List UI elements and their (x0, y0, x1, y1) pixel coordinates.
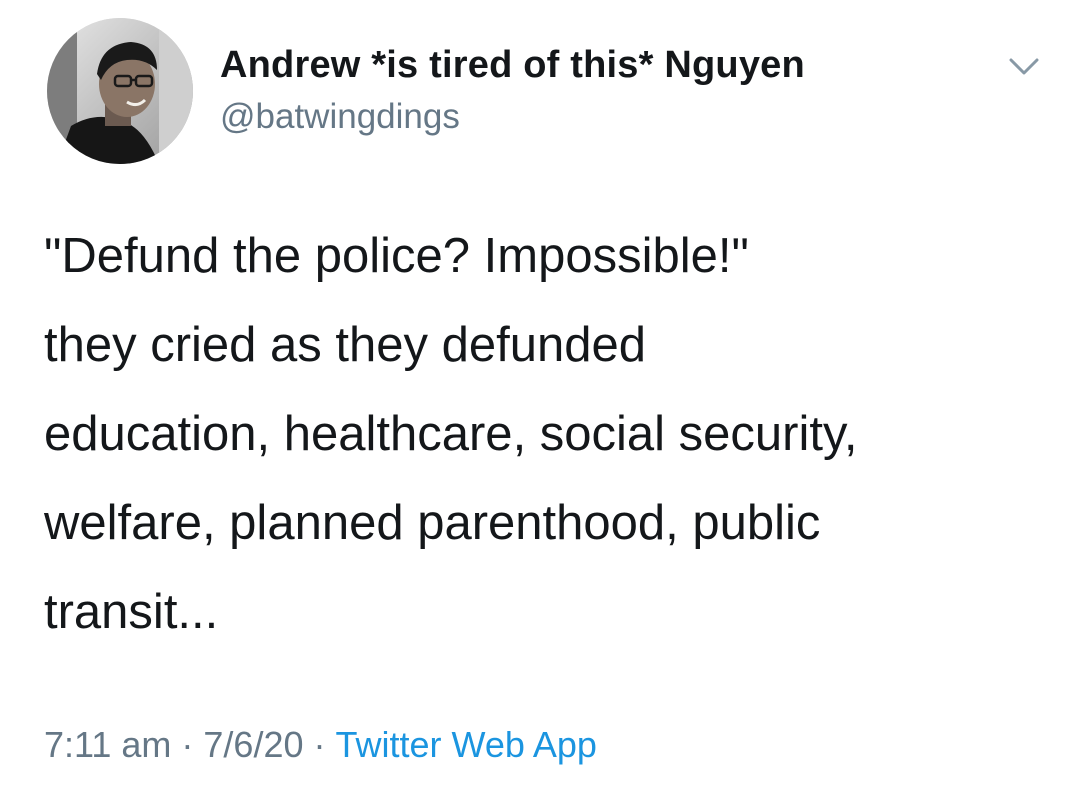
tweet-time[interactable]: 7:11 am (44, 724, 171, 765)
tweet-card: Andrew *is tired of this* Nguyen @batwin… (0, 0, 1080, 809)
meta-separator: · (181, 724, 194, 765)
tweet-date[interactable]: 7/6/20 (203, 724, 303, 765)
tweet-source-link[interactable]: Twitter Web App (336, 724, 597, 765)
avatar[interactable] (47, 18, 193, 164)
tweet-text-line: transit... (44, 585, 219, 639)
tweet-text-line: welfare, planned parenthood, public (44, 496, 821, 550)
chevron-down-icon[interactable] (1003, 48, 1045, 84)
author-handle[interactable]: @batwingdings (220, 97, 460, 137)
tweet-text-line: education, healthcare, social security, (44, 407, 858, 461)
tweet-text-line: they cried as they defunded (44, 318, 647, 372)
author-display-name[interactable]: Andrew *is tired of this* Nguyen (220, 44, 805, 87)
meta-separator: · (313, 724, 326, 765)
tweet-text: "Defund the police? Impossible!" they cr… (44, 212, 1054, 657)
tweet-text-line: "Defund the police? Impossible!" (44, 229, 749, 283)
profile-photo-icon (47, 18, 193, 164)
tweet-metadata: 7:11 am · 7/6/20 · Twitter Web App (44, 724, 597, 766)
